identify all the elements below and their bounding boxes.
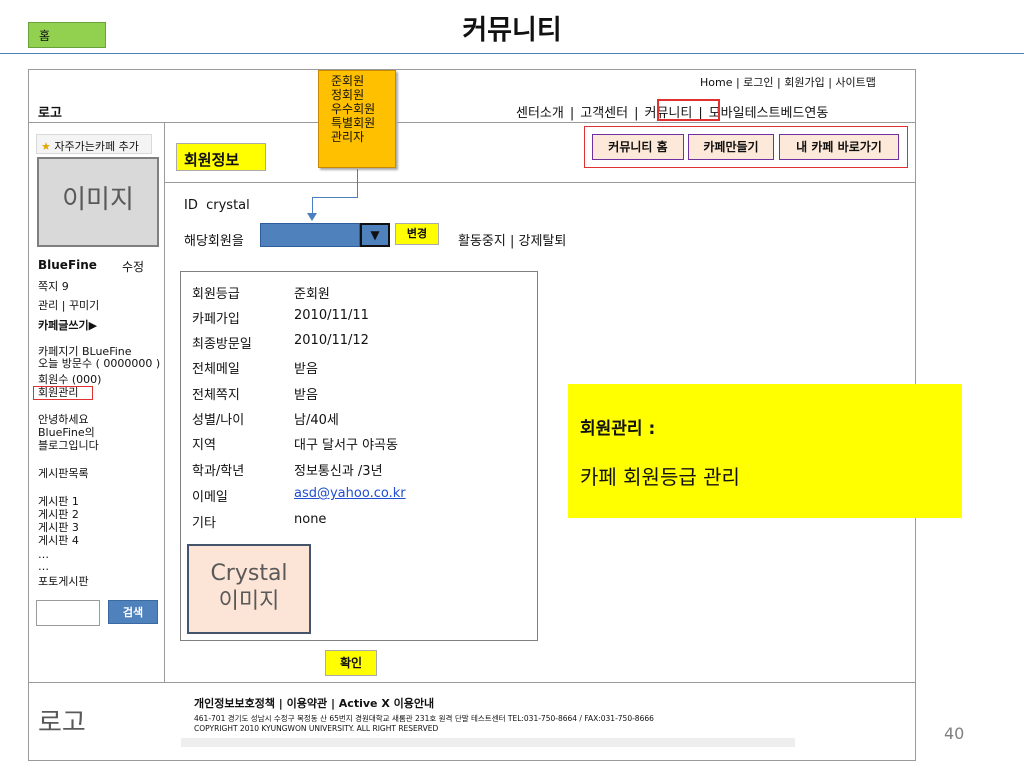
create-cafe-button[interactable]: 카페만들기: [688, 134, 774, 160]
dropdown-arrow-icon[interactable]: ▼: [360, 223, 390, 247]
page-number: 40: [944, 724, 965, 743]
annotation-note: 회원관리 : 카페 회원등급 관리: [568, 384, 962, 518]
sidebar-messages[interactable]: 쪽지 9: [38, 281, 69, 293]
content-divider: [164, 182, 916, 183]
member-management-highlight: [33, 386, 93, 400]
grade-option-excellent[interactable]: 우수회원: [331, 102, 395, 116]
info-value: 준회원: [294, 287, 330, 302]
info-value: 받음: [294, 362, 318, 377]
sidebar-board-ellipsis: …: [38, 560, 49, 573]
email-link[interactable]: asd@yahoo.co.kr: [294, 486, 406, 501]
info-value: 남/40세: [294, 413, 339, 428]
info-label: 학과/학년: [192, 464, 245, 479]
annotation-body: 카페 회원등급 관리: [580, 465, 740, 489]
community-home-button[interactable]: 커뮤니티 홈: [592, 134, 684, 160]
member-select-label: 해당회원을: [184, 234, 244, 249]
sidebar-username: BlueFine: [38, 258, 97, 272]
favorite-cafe-button[interactable]: ★ 자주가는카페 추가: [36, 134, 152, 154]
info-label: 기타: [192, 516, 216, 531]
sidebar-write-post[interactable]: 카페글쓰기▶: [38, 320, 97, 332]
sidebar-greeting-line: BlueFine의: [38, 426, 95, 439]
grade-option-regular[interactable]: 정회원: [331, 88, 395, 102]
section-label: 회원정보: [176, 143, 266, 171]
info-value: 2010/11/12: [294, 333, 369, 348]
my-cafe-button[interactable]: 내 카페 바로가기: [779, 134, 899, 160]
info-value: 받음: [294, 388, 318, 403]
change-grade-button[interactable]: 변경: [395, 223, 439, 245]
grade-dropdown-menu: 준회원 정회원 우수회원 특별회원 관리자: [318, 70, 396, 168]
sidebar-board-list: 게시판목록: [38, 467, 89, 480]
sidebar-divider: [164, 122, 165, 682]
search-input[interactable]: [36, 600, 100, 626]
member-actions[interactable]: 활동중지 | 강제탈퇴: [458, 230, 566, 249]
sidebar-photo-board[interactable]: 포토게시판: [38, 576, 89, 588]
sidebar-board-item[interactable]: 게시판 3: [38, 522, 79, 534]
info-label: 전체메일: [192, 362, 240, 377]
info-label: 전체쪽지: [192, 388, 240, 403]
footer-address: 461-701 경기도 성남시 수정구 복정동 산 65번지 경원대학교 새롬관…: [194, 714, 654, 734]
footer-address-line: 461-701 경기도 성남시 수정구 복정동 산 65번지 경원대학교 새롬관…: [194, 714, 654, 723]
sidebar-greeting-line: 안녕하세요: [38, 413, 89, 426]
sidebar-member-count: 회원수 (000): [38, 373, 102, 386]
info-label: 최종방문일: [192, 337, 252, 352]
annotation-title: 회원관리 :: [580, 419, 656, 439]
member-id-value: crystal: [206, 198, 250, 213]
confirm-button[interactable]: 확인: [325, 650, 377, 676]
grade-option-special[interactable]: 특별회원: [331, 116, 395, 130]
slide-title: 커뮤니티: [462, 15, 562, 46]
header-logo[interactable]: 로고: [38, 102, 62, 121]
member-image-text: 이미지: [218, 589, 280, 614]
sidebar-edit-link[interactable]: 수정: [122, 258, 144, 275]
member-id-line: ID crystal: [184, 198, 250, 213]
connector-line: [312, 197, 358, 198]
nav-item-mobile-testbed[interactable]: 모바일테스트베드연동: [709, 106, 829, 121]
footer-divider: [28, 682, 916, 683]
info-label: 성별/나이: [192, 413, 245, 428]
info-value: 2010/11/11: [294, 308, 369, 323]
member-id-label: ID: [184, 198, 198, 213]
nav-separator: |: [634, 106, 639, 121]
nav-item-center[interactable]: 센터소개: [516, 106, 564, 121]
info-label: 카페가입: [192, 312, 240, 327]
footer-bar: [181, 738, 795, 747]
info-value: none: [294, 512, 327, 527]
member-image-placeholder: Crystal 이미지: [187, 544, 311, 634]
grade-option-associate[interactable]: 준회원: [331, 74, 395, 88]
footer-links[interactable]: 개인정보보호정책 | 이용약관 | Active X 이용안내: [194, 695, 434, 711]
header-divider: [28, 122, 916, 123]
sidebar-visitors-today: 오늘 방문수 ( 0000000 ): [38, 357, 161, 370]
info-label: 회원등급: [192, 287, 240, 302]
footer-logo: 로고: [38, 708, 86, 738]
favorite-cafe-label: 자주가는카페 추가: [54, 140, 139, 153]
search-button[interactable]: 검색: [108, 600, 158, 624]
info-label: 이메일: [192, 490, 228, 505]
nav-community-highlight: [657, 99, 720, 121]
sidebar-board-item[interactable]: 게시판 2: [38, 509, 79, 521]
star-icon: ★: [41, 140, 51, 153]
nav-separator: |: [569, 106, 575, 121]
sidebar-board-item[interactable]: 게시판 4: [38, 535, 79, 547]
profile-image-placeholder: 이미지: [37, 157, 159, 247]
sidebar-board-item[interactable]: 게시판 1: [38, 496, 79, 508]
top-links[interactable]: Home | 로그인 | 회원가입 | 사이트맵: [700, 74, 876, 90]
grade-option-admin[interactable]: 관리자: [331, 130, 395, 144]
header-rule: [0, 53, 1024, 54]
info-value: 정보통신과 /3년: [294, 464, 383, 479]
sidebar-manage-decorate[interactable]: 관리 | 꾸미기: [38, 300, 99, 312]
member-grade-select[interactable]: [260, 223, 360, 247]
nav-item-support[interactable]: 고객센터: [580, 106, 628, 121]
sidebar-greeting-line: 블로그입니다: [38, 439, 99, 452]
info-label: 지역: [192, 438, 216, 453]
info-value: 대구 달서구 야곡동: [294, 438, 398, 453]
connector-line: [357, 169, 358, 197]
footer-copyright: COPYRIGHT 2010 KYUNGWON UNIVERSITY. ALL …: [194, 724, 439, 733]
connector-arrow-icon: [307, 213, 317, 221]
member-image-text: Crystal: [210, 561, 288, 586]
